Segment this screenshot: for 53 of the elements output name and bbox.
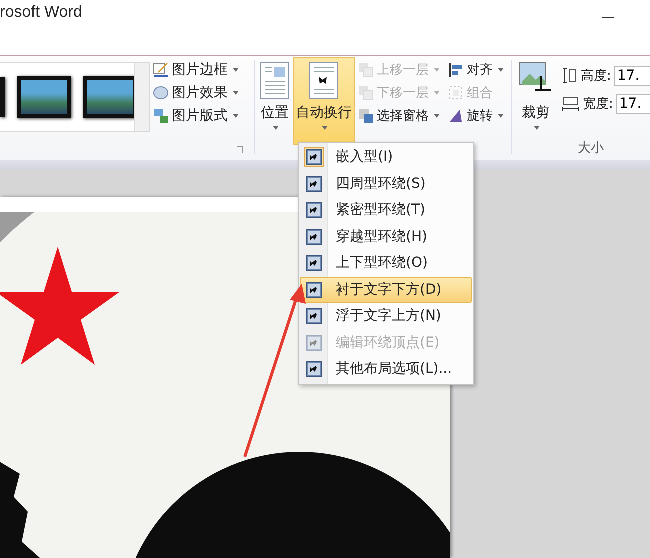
caret-icon bbox=[434, 90, 440, 94]
picture-style-thumbnail[interactable] bbox=[83, 76, 137, 118]
shape-icon bbox=[153, 84, 169, 100]
group-icon bbox=[448, 84, 464, 100]
picture-command-button[interactable]: 图片边框 bbox=[152, 58, 252, 81]
wrap-text-button[interactable]: 自动换行 bbox=[293, 57, 355, 145]
height-label: 高度: bbox=[581, 68, 612, 85]
layout-icon bbox=[153, 108, 169, 124]
caret-icon bbox=[322, 126, 328, 130]
caret-icon bbox=[233, 90, 239, 94]
arrange-command-button[interactable]: 选择窗格 bbox=[357, 104, 445, 127]
width-field[interactable]: 17. bbox=[616, 94, 650, 114]
arrange-command-button[interactable]: 旋转 bbox=[447, 104, 509, 127]
menu-item[interactable]: 穿越型环绕(H) bbox=[300, 224, 472, 250]
align-icon bbox=[448, 62, 464, 78]
width-label: 宽度: bbox=[583, 96, 614, 113]
pencil-icon bbox=[153, 62, 169, 78]
picture-style-thumbnail[interactable] bbox=[17, 76, 71, 118]
picture-command-button[interactable]: 图片效果 bbox=[152, 81, 252, 104]
page-picture-icon bbox=[260, 62, 290, 100]
caret-icon bbox=[233, 114, 239, 118]
position-button[interactable]: 位置 bbox=[257, 57, 293, 145]
height-icon bbox=[562, 68, 578, 84]
caret-icon bbox=[434, 68, 440, 72]
triangle-icon bbox=[448, 108, 464, 124]
crop-button[interactable]: 裁剪 bbox=[514, 57, 558, 145]
arrange-command-button[interactable]: 对齐 bbox=[447, 58, 509, 81]
picture-style-thumbnail[interactable] bbox=[0, 77, 5, 117]
caret-icon bbox=[434, 114, 440, 118]
pane-icon bbox=[358, 108, 374, 124]
dialog-launcher-icon[interactable] bbox=[236, 146, 244, 154]
caret-icon bbox=[273, 126, 279, 130]
menu-item[interactable]: 嵌入型(I) bbox=[300, 144, 472, 170]
menu-item[interactable]: 其他布局选项(L)... bbox=[300, 356, 472, 382]
caret-icon bbox=[498, 114, 504, 118]
menu-item[interactable]: 紧密型环绕(T) bbox=[300, 197, 472, 224]
caret-icon bbox=[498, 68, 504, 72]
caret-icon bbox=[534, 126, 540, 130]
gallery-scrollbar[interactable] bbox=[134, 63, 149, 131]
width-icon bbox=[562, 96, 580, 112]
menu-item[interactable]: 上下型环绕(O) bbox=[300, 250, 472, 276]
layers-icon bbox=[358, 62, 374, 78]
height-field[interactable]: 17. bbox=[614, 66, 650, 86]
layers-icon bbox=[358, 84, 374, 100]
caret-icon bbox=[233, 68, 239, 72]
group-label: 大小 bbox=[578, 140, 604, 157]
picture-command-button[interactable]: 图片版式 bbox=[152, 104, 252, 127]
page-picture-icon bbox=[309, 62, 339, 100]
menu-item[interactable]: 浮于文字上方(N) bbox=[300, 303, 472, 330]
menu-item[interactable]: 四周型环绕(S) bbox=[300, 170, 472, 197]
minimize-icon[interactable] bbox=[602, 17, 614, 20]
menu-item[interactable]: 衬于文字下方(D) bbox=[300, 276, 472, 303]
window-title: rosoft Word bbox=[0, 4, 82, 22]
